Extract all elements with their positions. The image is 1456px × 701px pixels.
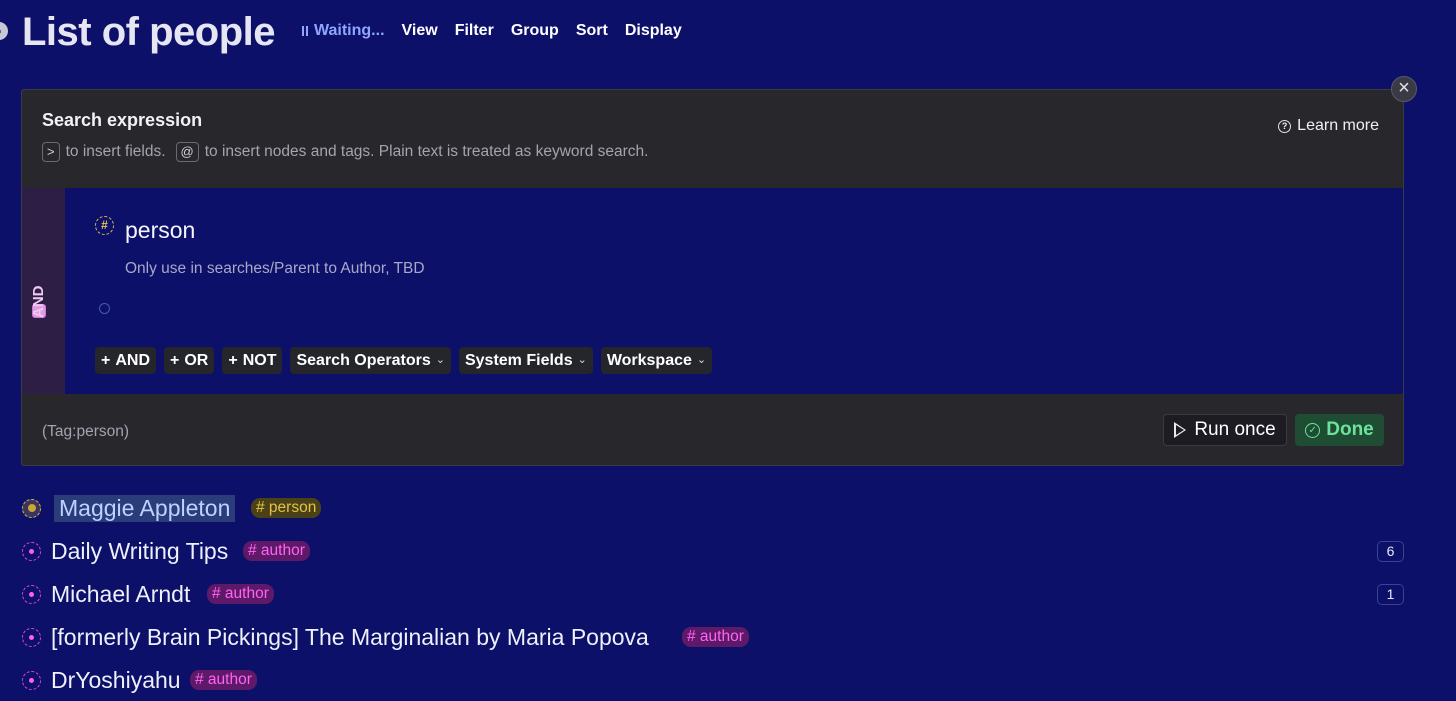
node-name[interactable]: Daily Writing Tips: [51, 538, 228, 565]
node-bullet-icon[interactable]: [22, 541, 41, 561]
node-name[interactable]: Michael Arndt: [51, 581, 190, 608]
workspace-label: Workspace: [606, 352, 692, 369]
plus-icon: +: [228, 352, 238, 369]
add-and-label: AND: [115, 352, 151, 369]
node-name[interactable]: DrYoshiyahu: [51, 667, 181, 694]
close-icon[interactable]: ×: [1391, 76, 1417, 102]
play-icon: [1174, 422, 1187, 438]
empty-node-bullet[interactable]: [99, 303, 110, 314]
nodes-hint-text: to insert nodes and tags. Plain text is …: [204, 143, 649, 160]
tag-chip-author[interactable]: # author: [682, 627, 749, 647]
workspace-dropdown[interactable]: Workspace ⌄: [600, 347, 713, 374]
child-count-badge: 1: [1377, 583, 1404, 605]
node-bullet-icon[interactable]: [22, 670, 41, 690]
compiled-query: (Tag:person): [42, 423, 130, 440]
node-name[interactable]: [formerly Brain Pickings] The Marginalia…: [51, 624, 649, 651]
tag-chip-person[interactable]: # person: [251, 498, 322, 518]
list-item[interactable]: DrYoshiyahu # author: [0, 662, 1456, 698]
fields-key: >: [42, 142, 60, 162]
fields-hint-text: to insert fields.: [65, 143, 166, 160]
node-bullet-icon[interactable]: [22, 627, 41, 647]
status-text: Waiting...: [314, 22, 385, 39]
tag-node-name[interactable]: person: [125, 217, 195, 244]
node-bullet-icon[interactable]: [22, 498, 41, 518]
search-operators-label: Search Operators: [296, 352, 431, 369]
run-once-label: Run once: [1194, 419, 1276, 440]
filter-button[interactable]: Filter: [455, 22, 494, 40]
add-or-button[interactable]: + OR: [164, 347, 215, 374]
tag-chip-author[interactable]: # author: [207, 584, 274, 604]
tag-chip-author[interactable]: # author: [243, 541, 310, 561]
done-button[interactable]: ✓ Done: [1295, 414, 1384, 446]
loading-icon: [302, 26, 308, 36]
chevron-down-icon: ⌄: [435, 354, 445, 366]
search-icon[interactable]: ⌕: [0, 22, 8, 40]
panel-header: Search expression > to insert fields. @ …: [42, 110, 648, 162]
nodes-key: @: [175, 142, 199, 162]
add-not-label: NOT: [242, 352, 277, 369]
list-item[interactable]: Daily Writing Tips # author 6: [0, 533, 1456, 569]
list-item[interactable]: [formerly Brain Pickings] The Marginalia…: [0, 619, 1456, 655]
panel-hint: > to insert fields. @ to insert nodes an…: [42, 142, 648, 162]
help-icon: ?: [1278, 119, 1292, 133]
child-count-badge: 6: [1377, 540, 1404, 562]
learn-more-label: Learn more: [1297, 117, 1379, 134]
done-label: Done: [1326, 419, 1374, 440]
chevron-down-icon: ⌄: [696, 354, 707, 366]
learn-more-link[interactable]: ? Learn more: [1278, 117, 1379, 135]
add-and-button[interactable]: + AND: [95, 347, 157, 374]
check-circle-icon: ✓: [1305, 422, 1321, 438]
list-item[interactable]: Maggie Appleton # person: [0, 490, 1456, 526]
search-expression-panel: Search expression > to insert fields. @ …: [21, 89, 1404, 466]
add-not-button[interactable]: + NOT: [222, 347, 283, 374]
and-group-strip[interactable]: AND: [22, 188, 65, 394]
page-title: List of people: [22, 10, 276, 54]
tag-node-description: Only use in searches/Parent to Author, T…: [125, 260, 425, 277]
group-button[interactable]: Group: [511, 22, 559, 40]
query-builder: AND # person Only use in searches/Parent…: [22, 188, 1403, 394]
and-group-label: AND: [30, 285, 47, 319]
display-button[interactable]: Display: [625, 22, 682, 40]
plus-icon: +: [101, 352, 111, 369]
run-once-button[interactable]: Run once: [1163, 414, 1287, 446]
list-item[interactable]: Michael Arndt # author 1: [0, 576, 1456, 612]
search-operators-dropdown[interactable]: Search Operators ⌄: [290, 347, 451, 374]
system-fields-label: System Fields: [464, 352, 573, 369]
node-name[interactable]: Maggie Appleton: [54, 494, 236, 522]
add-or-label: OR: [184, 352, 209, 369]
tag-chip-author[interactable]: # author: [190, 670, 257, 690]
tag-icon[interactable]: #: [95, 216, 114, 235]
system-fields-dropdown[interactable]: System Fields ⌄: [458, 347, 593, 374]
operator-buttons: + AND + OR + NOT Search Operators ⌄ System F…: [95, 347, 713, 374]
node-bullet-icon[interactable]: [22, 584, 41, 604]
plus-icon: +: [170, 352, 180, 369]
view-button[interactable]: View: [402, 22, 438, 40]
sort-button[interactable]: Sort: [576, 22, 608, 40]
view-toolbar: Waiting... View Filter Group Sort Displa…: [302, 22, 682, 40]
panel-title: Search expression: [42, 110, 203, 130]
chevron-down-icon: ⌄: [577, 354, 587, 366]
status-indicator: Waiting...: [302, 22, 385, 40]
